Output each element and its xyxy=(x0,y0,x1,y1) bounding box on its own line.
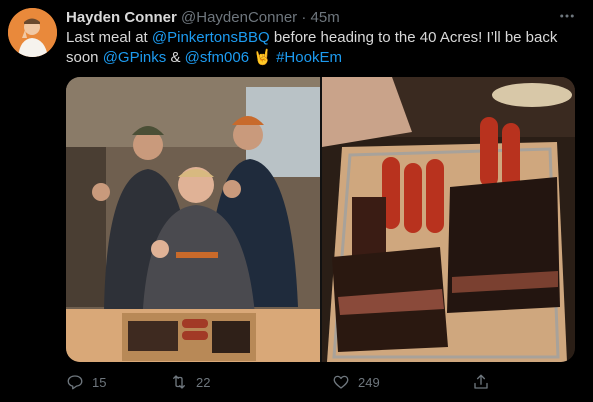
mention-link-gpinks[interactable]: @GPinks xyxy=(103,49,167,66)
author-avatar[interactable] xyxy=(8,8,57,57)
mention-link-pinkertonsbbq[interactable]: @PinkertonsBBQ xyxy=(152,29,270,46)
retweet-button[interactable]: 22 xyxy=(170,370,210,394)
horns-emoji: 🤘 xyxy=(253,49,272,66)
tweet-actions: 15 22 249 xyxy=(66,370,496,394)
like-button[interactable]: 249 xyxy=(332,370,380,394)
reply-icon xyxy=(67,375,83,390)
heart-icon xyxy=(333,375,349,389)
retweet-count: 22 xyxy=(196,374,211,390)
more-options-button[interactable] xyxy=(555,6,579,26)
like-count: 249 xyxy=(358,374,380,390)
photo-bbq-tray-closeup xyxy=(322,77,575,362)
photo-bbq-tray[interactable] xyxy=(322,77,575,362)
avatar-image xyxy=(8,8,57,57)
hashtag-link-hookem[interactable]: #HookEm xyxy=(276,49,342,66)
tweet-text-part: & xyxy=(166,49,185,66)
photo-people-with-bbq xyxy=(66,77,320,362)
tweet-text-part: Last meal at xyxy=(66,29,152,46)
tweet-card[interactable]: Hayden Conner @HaydenConner · 45m Last m… xyxy=(0,0,593,402)
mention-link-sfm006[interactable]: @sfm006 xyxy=(185,49,249,66)
more-horizontal-icon xyxy=(560,14,574,18)
author-name[interactable]: Hayden Conner xyxy=(66,9,177,26)
tweet-header: Hayden Conner @HaydenConner · 45m xyxy=(66,8,340,28)
reply-button[interactable]: 15 xyxy=(66,370,106,394)
header-separator: · xyxy=(301,9,307,26)
share-icon xyxy=(474,374,488,389)
reply-count: 15 xyxy=(92,374,107,390)
tweet-text: Last meal at @PinkertonsBBQ before headi… xyxy=(66,28,576,68)
retweet-icon xyxy=(173,375,185,389)
share-button[interactable] xyxy=(472,370,490,394)
author-handle[interactable]: @HaydenConner xyxy=(181,9,297,26)
media-grid xyxy=(66,77,575,362)
photo-group-bbq[interactable] xyxy=(66,77,320,362)
tweet-timestamp[interactable]: 45m xyxy=(311,9,340,26)
